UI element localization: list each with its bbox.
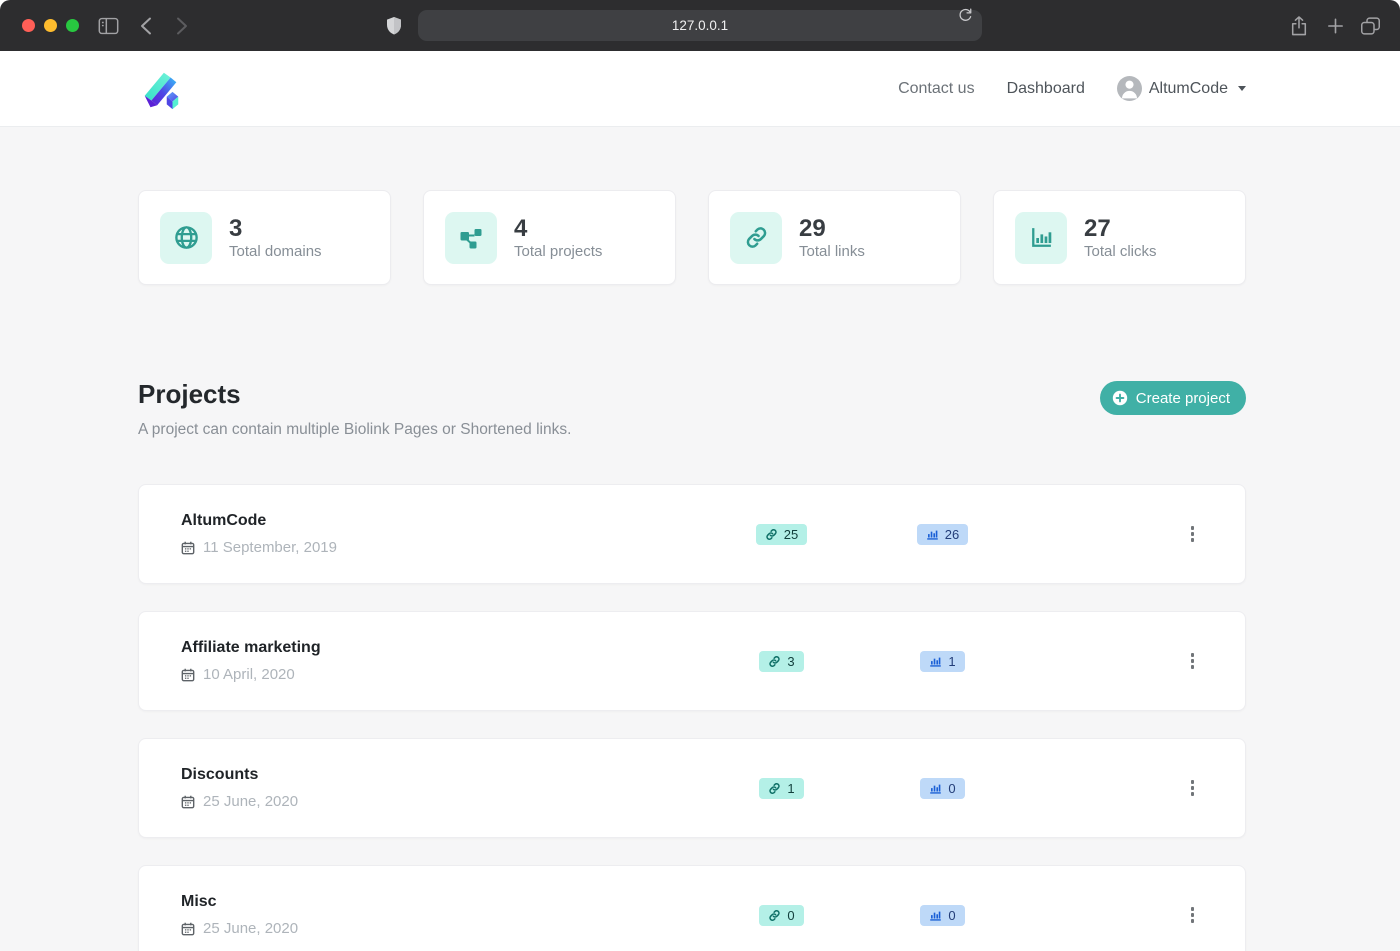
link-icon (768, 782, 781, 795)
project-clicks-badge[interactable]: 26 (917, 524, 968, 545)
dashboard-page: 3 Total domains 4 Total projects (0, 127, 1400, 951)
calendar-icon (181, 795, 195, 809)
project-clicks-count: 0 (948, 781, 955, 796)
project-row: Affiliate marketing 10 April, 2020 3 (138, 611, 1246, 711)
stat-label: Total clicks (1084, 243, 1157, 260)
project-date-text: 25 June, 2020 (203, 920, 298, 937)
chart-bar-icon (1015, 212, 1067, 264)
link-icon (730, 212, 782, 264)
project-clicks-badge[interactable]: 0 (920, 778, 964, 799)
project-date-text: 11 September, 2019 (203, 539, 337, 556)
create-project-button[interactable]: Create project (1100, 381, 1246, 415)
project-name: Discounts (181, 766, 701, 784)
project-date: 25 June, 2020 (181, 920, 701, 937)
forward-icon (176, 16, 188, 35)
project-name: Affiliate marketing (181, 639, 701, 657)
project-clicks-count: 1 (948, 654, 955, 669)
top-navbar: Contact us Dashboard AltumCode (0, 51, 1400, 127)
project-links-count: 0 (787, 908, 794, 923)
nav-link-contact-us[interactable]: Contact us (898, 80, 974, 98)
url-text: 127.0.0.1 (672, 18, 728, 33)
address-bar[interactable]: 127.0.0.1 (418, 10, 982, 41)
privacy-shield-icon[interactable] (386, 16, 402, 35)
project-clicks-badge[interactable]: 0 (920, 905, 964, 926)
project-links-count: 3 (787, 654, 794, 669)
calendar-icon (181, 541, 195, 555)
project-date: 25 June, 2020 (181, 793, 701, 810)
project-clicks-count: 26 (945, 527, 959, 542)
stat-value: 3 (229, 215, 322, 243)
stat-value: 29 (799, 215, 865, 243)
avatar (1117, 76, 1142, 101)
reload-icon[interactable] (958, 7, 973, 23)
stat-label: Total projects (514, 243, 602, 260)
project-links-count: 25 (784, 527, 798, 542)
project-links-badge[interactable]: 0 (759, 905, 803, 926)
project-links-badge[interactable]: 25 (756, 524, 807, 545)
project-options-icon[interactable] (1185, 647, 1201, 675)
back-icon[interactable] (140, 16, 152, 35)
stat-value: 4 (514, 215, 602, 243)
zoom-window-button[interactable] (66, 19, 79, 32)
stat-card: 27 Total clicks (993, 190, 1246, 285)
nav-link-dashboard[interactable]: Dashboard (1007, 80, 1085, 98)
page-subtitle: A project can contain multiple Biolink P… (138, 421, 571, 439)
calendar-icon (181, 668, 195, 682)
project-options-icon[interactable] (1185, 520, 1201, 548)
stats-row: 3 Total domains 4 Total projects (138, 190, 1246, 285)
tab-overview-icon[interactable] (1360, 16, 1381, 36)
stat-value: 27 (1084, 215, 1157, 243)
project-links-count: 1 (787, 781, 794, 796)
link-icon (768, 909, 781, 922)
window-controls[interactable] (22, 19, 79, 32)
sidebar-toggle-icon[interactable] (98, 17, 119, 35)
chart-bar-icon (929, 655, 942, 668)
stat-card: 4 Total projects (423, 190, 676, 285)
create-project-label: Create project (1136, 390, 1230, 407)
minimize-window-button[interactable] (44, 19, 57, 32)
project-list: AltumCode 11 September, 2019 25 (138, 484, 1246, 951)
project-date: 10 April, 2020 (181, 666, 701, 683)
close-window-button[interactable] (22, 19, 35, 32)
project-options-icon[interactable] (1185, 901, 1201, 929)
project-date-text: 10 April, 2020 (203, 666, 295, 683)
chart-bar-icon (926, 528, 939, 541)
chart-bar-icon (929, 909, 942, 922)
project-diagram-icon (445, 212, 497, 264)
project-clicks-badge[interactable]: 1 (920, 651, 964, 672)
page-title: Projects (138, 379, 571, 410)
share-icon[interactable] (1290, 15, 1308, 37)
plus-circle-icon (1112, 390, 1128, 406)
link-icon (765, 528, 778, 541)
link-icon (768, 655, 781, 668)
altumcode-logo[interactable] (138, 66, 184, 112)
stat-label: Total links (799, 243, 865, 260)
project-options-icon[interactable] (1185, 774, 1201, 802)
stat-card: 29 Total links (708, 190, 961, 285)
project-date-text: 25 June, 2020 (203, 793, 298, 810)
project-row: Misc 25 June, 2020 0 (138, 865, 1246, 951)
project-name: AltumCode (181, 512, 701, 530)
stat-label: Total domains (229, 243, 322, 260)
user-dropdown-toggle[interactable]: AltumCode (1117, 76, 1246, 101)
project-row: Discounts 25 June, 2020 1 (138, 738, 1246, 838)
browser-chrome: 127.0.0.1 (0, 0, 1400, 51)
stat-card: 3 Total domains (138, 190, 391, 285)
project-date: 11 September, 2019 (181, 539, 701, 556)
project-links-badge[interactable]: 1 (759, 778, 803, 799)
project-row: AltumCode 11 September, 2019 25 (138, 484, 1246, 584)
project-links-badge[interactable]: 3 (759, 651, 803, 672)
chevron-down-icon (1238, 86, 1246, 91)
calendar-icon (181, 922, 195, 936)
new-tab-icon[interactable] (1326, 16, 1345, 35)
chart-bar-icon (929, 782, 942, 795)
project-name: Misc (181, 893, 701, 911)
project-clicks-count: 0 (948, 908, 955, 923)
user-name: AltumCode (1149, 80, 1228, 98)
globe-icon (160, 212, 212, 264)
